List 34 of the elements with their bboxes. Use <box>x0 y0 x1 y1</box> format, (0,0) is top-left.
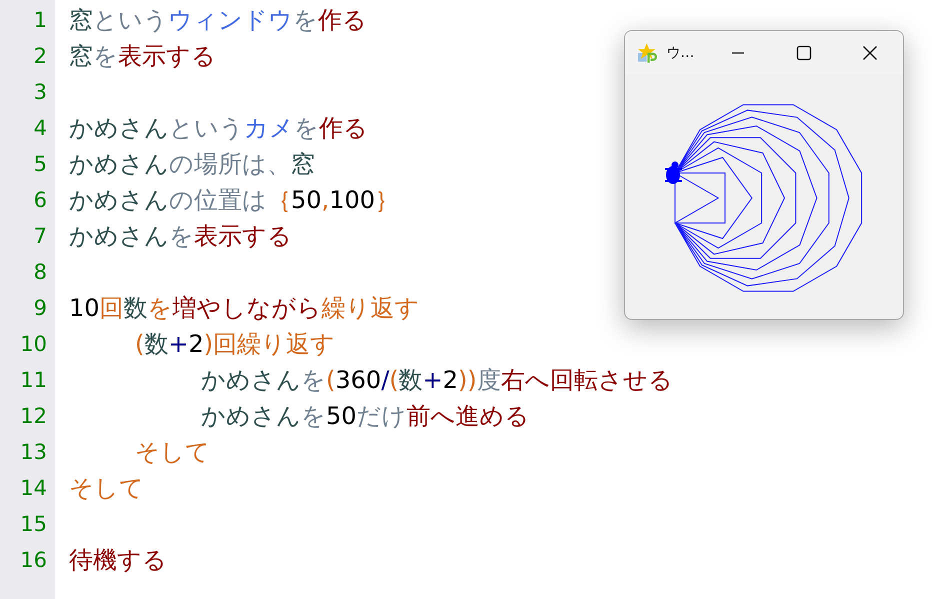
window-title: ウ… <box>666 44 696 62</box>
code-line: そして <box>134 437 210 468</box>
code-line: かめさん を50だけ前へ進める <box>200 401 530 432</box>
code-line: 待機する <box>69 545 167 576</box>
code-line: かめさん という カメ を作る <box>69 113 368 144</box>
close-icon <box>862 45 878 61</box>
code-line: 窓を表示する <box>69 41 216 72</box>
line-number: 8 <box>32 259 48 286</box>
code-line: かめさんの場所は、窓 <box>69 149 315 180</box>
line-number: 11 <box>19 367 48 394</box>
code-line: そして <box>69 473 144 504</box>
code-line: 10回数を増やしながら繰り返す <box>69 293 420 324</box>
code-line: かめさん を表示する <box>69 221 292 252</box>
line-number: 4 <box>32 115 48 142</box>
code-line: (数+2)回繰り返す <box>134 329 336 360</box>
line-number: 14 <box>19 475 48 502</box>
line-number: 5 <box>32 151 48 178</box>
line-number: 9 <box>32 295 48 322</box>
maximize-icon <box>796 45 812 61</box>
code-line: かめさん を(360/(数+2))度右へ回転させる <box>200 365 673 396</box>
line-number: 16 <box>19 547 48 574</box>
line-number: 13 <box>19 439 48 466</box>
line-number: 6 <box>32 187 48 214</box>
line-number: 7 <box>32 223 48 250</box>
code-line: 窓 という ウィンドウ を作る <box>69 5 367 36</box>
line-number: 3 <box>32 79 48 106</box>
line-number: 10 <box>19 331 48 358</box>
turtle-icon <box>664 162 683 184</box>
line-number: 1 <box>32 7 48 34</box>
line-number: 12 <box>19 403 48 430</box>
line-number: 15 <box>19 511 48 538</box>
line-number: 2 <box>32 43 48 70</box>
code-line: かめさんの位置は｛50,100｝ <box>69 185 399 216</box>
app-icon <box>637 42 658 64</box>
